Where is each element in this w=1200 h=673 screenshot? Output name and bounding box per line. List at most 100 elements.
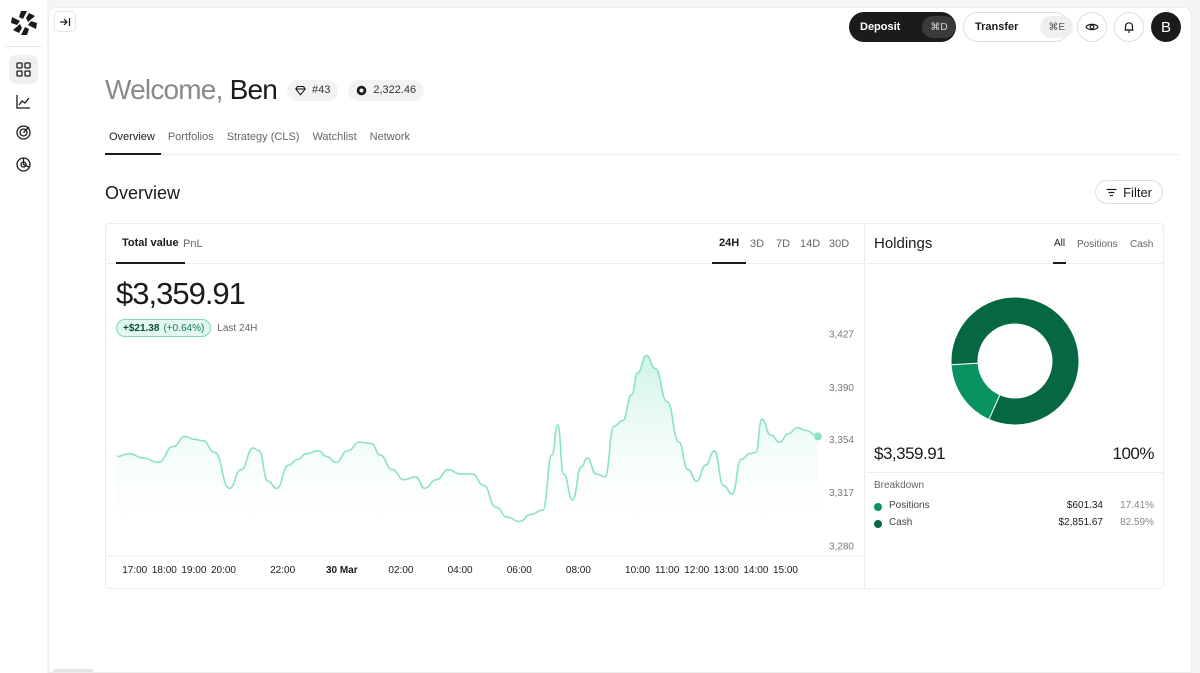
holdings-card: Holdings All Positions Cash $3,359.91 10…: [866, 224, 1163, 588]
y-tick-label: 3,390: [829, 383, 854, 394]
chart-line-icon: [16, 95, 30, 109]
holdings-title: Holdings: [874, 235, 933, 252]
breakdown-amount: $601.34: [1066, 500, 1103, 511]
x-tick-label: 17:00: [122, 565, 147, 576]
y-tick-label: 3,354: [829, 435, 854, 446]
toggle-visibility-button[interactable]: [1077, 12, 1107, 42]
x-tick-label: 02:00: [388, 565, 413, 576]
avatar[interactable]: B: [1151, 12, 1181, 42]
sidebar-item-analytics[interactable]: [9, 87, 38, 116]
dashboard-icon: [16, 62, 31, 77]
tab-strategy[interactable]: Strategy (CLS): [223, 124, 306, 155]
sidebar-divider: [6, 46, 42, 47]
x-tick-label: 12:00: [684, 565, 709, 576]
page-title: Welcome, Ben: [105, 74, 278, 106]
x-tick-label: 15:00: [773, 565, 798, 576]
points-badge[interactable]: 2,322.46: [348, 79, 425, 101]
tab-overview[interactable]: Overview: [105, 124, 161, 155]
coin-icon: [357, 85, 367, 95]
scrollbar[interactable]: [53, 669, 93, 672]
filter-label: Filter: [1123, 184, 1152, 200]
sidebar-item-goals[interactable]: [9, 118, 38, 147]
current-value-dot[interactable]: [814, 432, 822, 441]
transfer-label: Transfer: [975, 21, 1019, 33]
points-value: 2,322.46: [373, 84, 417, 96]
tab-network[interactable]: Network: [366, 124, 416, 155]
sidebar: [0, 0, 47, 673]
transfer-button[interactable]: Transfer ⌘E: [963, 12, 1074, 42]
collapse-sidebar-button[interactable]: [54, 11, 76, 32]
holdings-tab-positions[interactable]: Positions: [1077, 224, 1118, 264]
bell-icon: [1124, 22, 1134, 33]
x-tick-label: 10:00: [625, 565, 650, 576]
section-title: Overview: [105, 183, 181, 203]
transfer-shortcut: ⌘E: [1040, 16, 1074, 38]
y-tick-label: 3,317: [829, 488, 854, 499]
x-tick-label: 18:00: [152, 565, 177, 576]
breakdown-name: Positions: [889, 500, 930, 511]
y-tick-label: 3,427: [829, 330, 854, 341]
deposit-button[interactable]: Deposit ⌘D: [849, 12, 956, 42]
x-tick-label: 20:00: [211, 565, 236, 576]
notifications-button[interactable]: [1114, 12, 1144, 42]
x-tick-label: 13:00: [714, 565, 739, 576]
range-14d[interactable]: 14D: [800, 224, 820, 264]
sidebar-item-allocation[interactable]: [9, 150, 38, 179]
breakdown-row-positions[interactable]: Positions $601.34 17.41%: [874, 500, 1154, 514]
x-tick-label: 30 Mar: [326, 565, 358, 576]
breakdown-name: Cash: [889, 517, 913, 528]
holdings-total: $3,359.91: [874, 444, 946, 463]
app-logo[interactable]: [10, 10, 38, 36]
holdings-tab-cash[interactable]: Cash: [1130, 224, 1153, 264]
range-3d[interactable]: 3D: [750, 224, 764, 264]
overview-panel: Total value PnL 24H 3D 7D 14D 30D $3,359…: [105, 223, 1164, 589]
x-tick-label: 06:00: [507, 565, 532, 576]
x-tick-label: 08:00: [566, 565, 591, 576]
tab-total-value[interactable]: Total value: [116, 224, 185, 264]
holdings-divider: [866, 472, 1163, 473]
x-tick-label: 22:00: [270, 565, 295, 576]
breakdown-percent: 17.41%: [1120, 500, 1154, 511]
x-tick-label: 19:00: [181, 565, 206, 576]
top-actions: Deposit ⌘D Transfer ⌘E B: [849, 12, 1181, 42]
tab-watchlist[interactable]: Watchlist: [308, 124, 362, 155]
holdings-tab-all[interactable]: All: [1053, 224, 1067, 264]
page-tabs: Overview Portfolios Strategy (CLS) Watch…: [105, 124, 1179, 155]
positions-legend-dot: [874, 503, 882, 511]
value-chart-card: Total value PnL 24H 3D 7D 14D 30D $3,359…: [106, 224, 865, 588]
deposit-shortcut: ⌘D: [922, 16, 956, 38]
filter-icon: [1106, 188, 1117, 196]
breakdown-label: Breakdown: [874, 480, 925, 491]
tab-portfolios[interactable]: Portfolios: [164, 124, 220, 155]
y-tick-label: 3,280: [829, 542, 854, 553]
rank-badge[interactable]: #43: [286, 79, 339, 101]
eye-icon: [1085, 23, 1099, 31]
value-chart[interactable]: 3,427 3,390 3,354 3,317 3,280 17:00 18:00 19:0…: [106, 264, 865, 588]
pie-chart-icon: [16, 157, 31, 172]
value-tabs: Total value PnL 24H 3D 7D 14D 30D: [106, 224, 865, 264]
range-24h[interactable]: 24H: [712, 224, 747, 264]
holdings-donut-chart[interactable]: [950, 296, 1080, 426]
x-tick-label: 04:00: [448, 565, 473, 576]
diamond-icon: [295, 85, 306, 96]
filter-button[interactable]: Filter: [1095, 180, 1163, 204]
main-content: Deposit ⌘D Transfer ⌘E B Welcome, Ben #4…: [48, 7, 1192, 673]
deposit-label: Deposit: [860, 21, 901, 33]
holdings-total-percent: 100%: [1112, 444, 1155, 463]
x-tick-label: 14:00: [743, 565, 768, 576]
tab-pnl[interactable]: PnL: [183, 224, 203, 264]
breakdown-percent: 82.59%: [1120, 517, 1154, 528]
x-tick-label: 11:00: [655, 565, 680, 576]
user-name: Ben: [229, 74, 278, 105]
breakdown-amount: $2,851.67: [1058, 517, 1104, 528]
range-30d[interactable]: 30D: [829, 224, 849, 264]
welcome-header: Welcome, Ben #43 2,322.46: [105, 74, 425, 106]
sidebar-item-dashboard[interactable]: [9, 55, 38, 84]
holdings-header: Holdings All Positions Cash: [866, 224, 1163, 264]
range-7d[interactable]: 7D: [776, 224, 790, 264]
collapse-sidebar-icon: [60, 17, 71, 26]
breakdown-row-cash[interactable]: Cash $2,851.67 82.59%: [874, 517, 1154, 531]
greeting-text: Welcome,: [105, 74, 223, 105]
cash-legend-dot: [874, 520, 882, 528]
rank-value: #43: [311, 84, 331, 96]
